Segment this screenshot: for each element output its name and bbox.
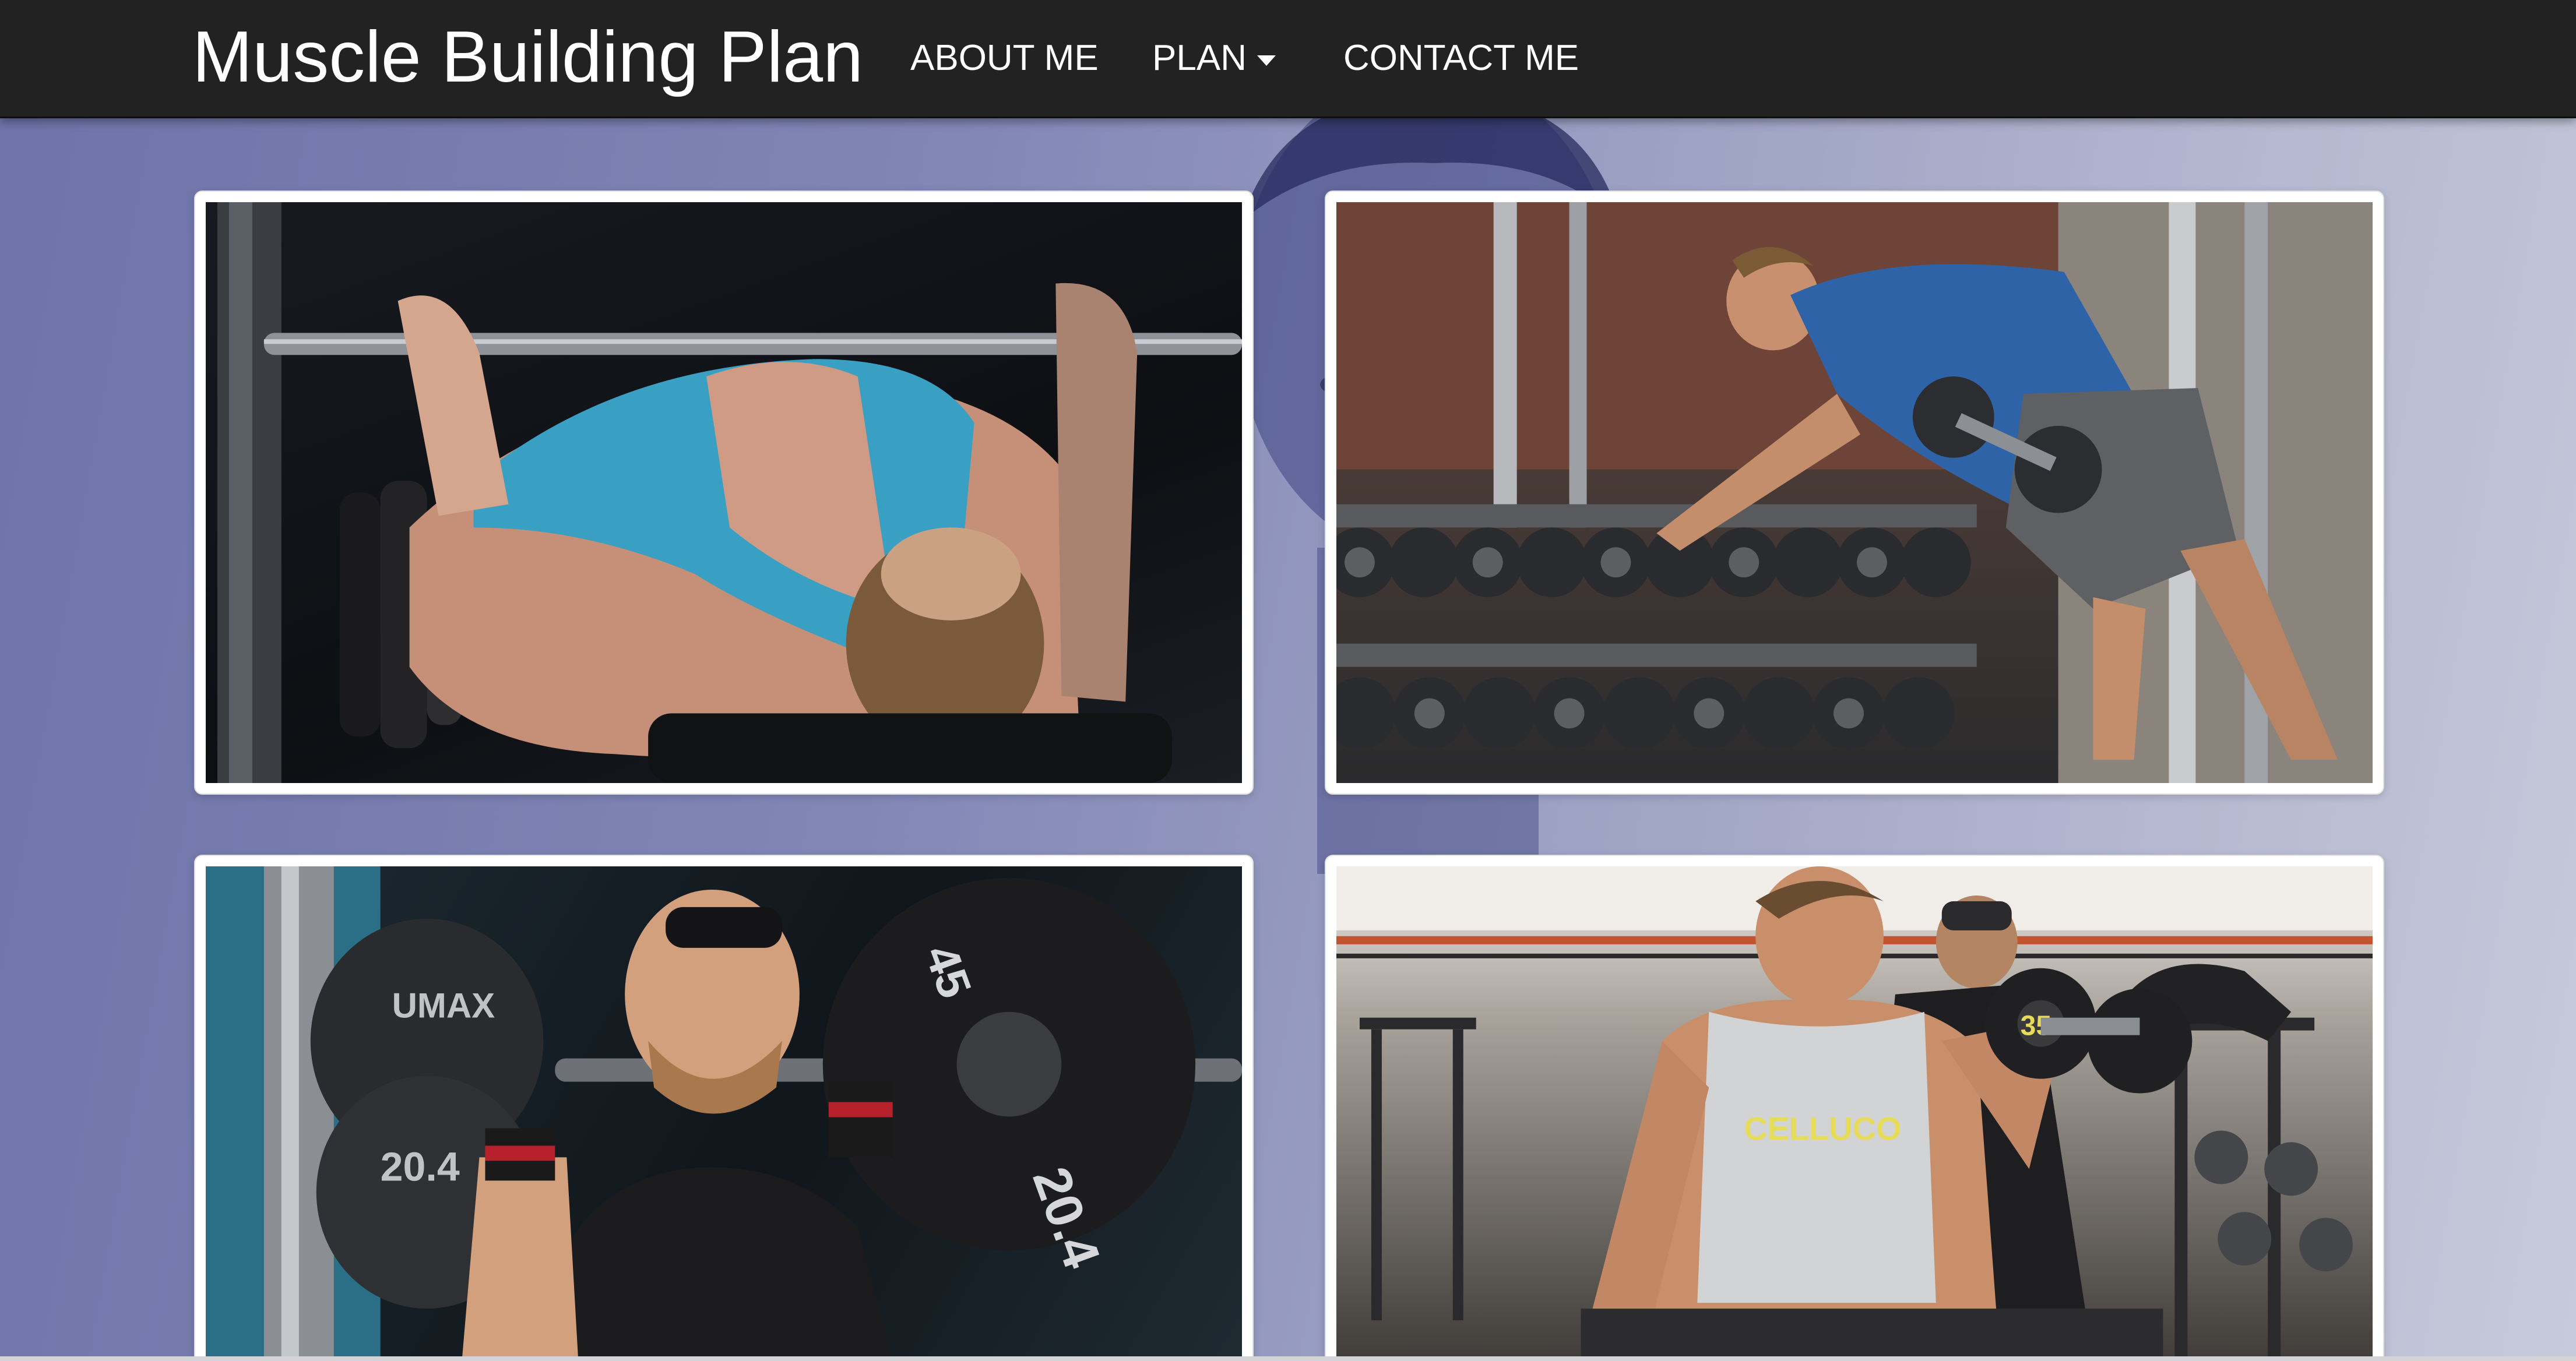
caret-down-icon (1257, 55, 1276, 66)
plate-text-umax: UMAX (392, 986, 495, 1025)
nav-plan-label: PLAN (1152, 38, 1247, 78)
nav-about-me[interactable]: ABOUT ME (910, 36, 1099, 80)
dumbbell-row-photo (1336, 202, 2373, 783)
nav-plan-dropdown[interactable]: PLAN (1152, 36, 1276, 80)
dumbbell-curl-photo: CELLUCO 35 (1336, 866, 2373, 1361)
brand-title[interactable]: Muscle Building Plan (192, 16, 863, 98)
nav-contact-me-label: CONTACT ME (1343, 38, 1579, 78)
nav-contact-me[interactable]: CONTACT ME (1343, 36, 1579, 80)
shirt-text-celluco: CELLUCO (1744, 1110, 1901, 1147)
top-navbar: Muscle Building Plan ABOUT ME PLAN CONTA… (0, 0, 2576, 118)
nav-about-me-label: ABOUT ME (910, 38, 1099, 78)
bench-press-photo (206, 202, 1242, 783)
card-dumbbell-row[interactable] (1325, 191, 2384, 795)
plate-text-20-left: 20.4 (381, 1144, 460, 1189)
card-bench-press[interactable] (194, 191, 1254, 795)
card-barbell-squat[interactable]: UMAX 20.4 45 20.4 (194, 855, 1254, 1361)
card-dumbbell-curl[interactable]: CELLUCO 35 (1325, 855, 2384, 1361)
bottom-scroll-edge (0, 1356, 2576, 1361)
barbell-squat-photo: UMAX 20.4 45 20.4 (206, 866, 1242, 1361)
